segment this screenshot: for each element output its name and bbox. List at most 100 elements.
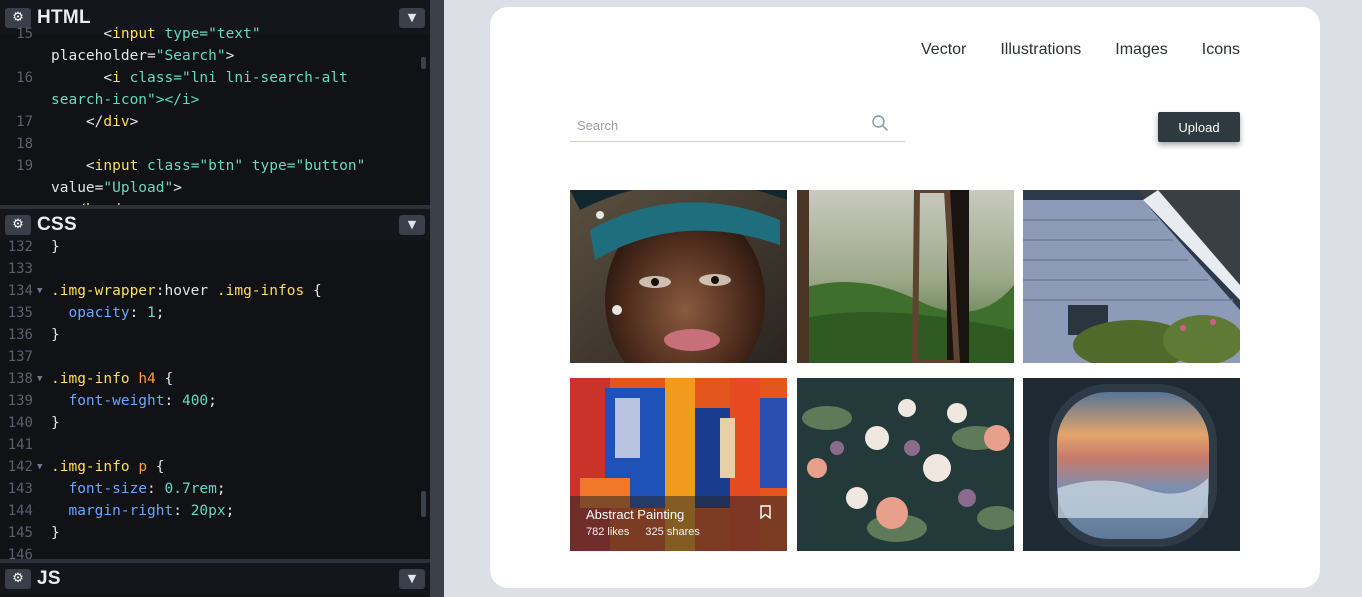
gallery-card: Vector Illustrations Images Icons Upload — [490, 7, 1320, 588]
code-text: search-icon"></i> — [51, 92, 200, 108]
pane-resize-handle[interactable] — [430, 0, 444, 597]
gear-icon[interactable]: ⚙ — [5, 214, 31, 235]
line-number: 140 — [7, 415, 33, 431]
css-code-area[interactable]: 132} 133 134 ▼ .img-wrapper:hover .img-infos… — [0, 239, 430, 559]
code-line[interactable]: 143 font-size: 0.7rem; — [0, 478, 420, 500]
code-text: } — [51, 415, 60, 431]
css-pane-header: ⚙ CSS ▼ — [0, 205, 430, 240]
code-line[interactable]: 17 </div> — [0, 111, 420, 133]
code-text: margin-right: 20px; — [68, 503, 235, 519]
code-text: font-size: 0.7rem; — [68, 481, 226, 497]
line-number: 134 — [7, 283, 33, 299]
search-box — [570, 111, 905, 142]
code-line[interactable]: 132} — [0, 236, 420, 258]
code-line[interactable]: 19 <input class="btn" type="button" — [0, 155, 420, 177]
code-line[interactable]: 144 margin-right: 20px; — [0, 500, 420, 522]
gallery-image-house[interactable] — [1023, 190, 1240, 363]
code-line[interactable]: 146 — [0, 544, 420, 559]
code-line[interactable]: 142 ▼ .img-info p { — [0, 456, 420, 478]
line-number: 18 — [16, 136, 33, 152]
code-text: placeholder="Search"> — [51, 48, 235, 64]
line-number: 145 — [7, 525, 33, 541]
image-title: Abstract Painting — [586, 507, 685, 522]
image-stats: 782 likes 325 shares — [586, 526, 700, 538]
code-text: .img-wrapper:hover .img-infos { — [51, 283, 322, 299]
code-line[interactable]: 18 — [0, 133, 420, 155]
fold-arrow-icon[interactable]: ▼ — [37, 456, 42, 478]
html-scrollbar[interactable] — [421, 57, 426, 69]
gallery-image-window[interactable] — [797, 190, 1014, 363]
bouquet-image — [797, 378, 1014, 551]
code-editor: ⚙ HTML ▼ 15 <input type="text" placeholde… — [0, 0, 430, 597]
line-number: 135 — [7, 305, 33, 321]
code-line[interactable]: search-icon"></i> — [0, 89, 420, 111]
js-pane-header: ⚙ JS ▼ — [0, 559, 430, 594]
code-line[interactable]: 133 — [0, 258, 420, 280]
gallery-image-bouquet[interactable] — [797, 378, 1014, 551]
bookmark-icon[interactable] — [760, 505, 771, 519]
line-number: 143 — [7, 481, 33, 497]
fold-arrow-icon[interactable]: ▼ — [37, 368, 42, 390]
code-text: <input class="btn" type="button" — [85, 158, 366, 174]
nav-link-icons[interactable]: Icons — [1202, 41, 1240, 59]
chevron-down-icon[interactable]: ▼ — [399, 568, 425, 589]
code-line[interactable]: 136} — [0, 324, 420, 346]
portrait-image — [570, 190, 787, 363]
upload-button[interactable]: Upload — [1158, 112, 1240, 142]
pane-title-css: CSS — [37, 213, 77, 235]
code-line[interactable]: 16 <i class="lni lni-search-alt — [0, 67, 420, 89]
code-text: } — [51, 525, 60, 541]
window-image — [797, 190, 1014, 363]
line-number: 17 — [16, 114, 33, 130]
pane-title-js: JS — [37, 567, 61, 589]
nav-link-vector[interactable]: Vector — [921, 41, 966, 59]
line-number: 16 — [16, 70, 33, 86]
code-text: font-weight: 400; — [68, 393, 217, 409]
code-line[interactable]: 15 <input type="text" — [0, 23, 420, 45]
top-nav: Vector Illustrations Images Icons — [921, 41, 1240, 59]
search-icon[interactable] — [871, 114, 889, 132]
line-number: 139 — [7, 393, 33, 409]
search-input[interactable] — [570, 111, 860, 139]
code-line[interactable]: 139 font-weight: 400; — [0, 390, 420, 412]
code-line[interactable]: 141 — [0, 434, 420, 456]
code-text: } — [51, 239, 60, 255]
gallery-image-airplane-window[interactable] — [1023, 378, 1240, 551]
gallery-image-abstract-painting[interactable]: Abstract Painting 782 likes 325 shares — [570, 378, 787, 551]
line-number: 146 — [7, 547, 33, 559]
code-line[interactable]: placeholder="Search"> — [0, 45, 420, 67]
code-text: <i class="lni lni-search-alt — [103, 70, 348, 86]
line-number: 136 — [7, 327, 33, 343]
line-number: 15 — [16, 26, 33, 42]
line-number: 142 — [7, 459, 33, 475]
code-line[interactable]: 134 ▼ .img-wrapper:hover .img-infos { — [0, 280, 420, 302]
chevron-down-icon[interactable]: ▼ — [399, 214, 425, 235]
code-line[interactable]: 137 — [0, 346, 420, 368]
gear-icon[interactable]: ⚙ — [5, 568, 31, 589]
code-line[interactable]: 140} — [0, 412, 420, 434]
html-pane: ⚙ HTML ▼ 15 <input type="text" placeholde… — [0, 0, 430, 205]
code-text: .img-info p { — [51, 459, 165, 475]
code-line[interactable]: 135 opacity: 1; — [0, 302, 420, 324]
html-code-area[interactable]: 15 <input type="text" placeholder="Search… — [0, 26, 430, 205]
code-text: value="Upload"> — [51, 180, 182, 196]
line-number: 137 — [7, 349, 33, 365]
nav-link-images[interactable]: Images — [1115, 41, 1167, 59]
code-text: opacity: 1; — [68, 305, 165, 321]
code-text: .img-info h4 { — [51, 371, 174, 387]
code-line[interactable]: 145} — [0, 522, 420, 544]
fold-arrow-icon[interactable]: ▼ — [37, 280, 42, 302]
airplane-window-image — [1023, 378, 1240, 551]
nav-link-illustrations[interactable]: Illustrations — [1000, 41, 1081, 59]
code-text: </div> — [85, 114, 139, 130]
css-scrollbar[interactable] — [421, 491, 426, 517]
code-line[interactable]: value="Upload"> — [0, 177, 420, 199]
shares-count: 325 shares — [645, 526, 700, 538]
code-line[interactable]: 138 ▼ .img-info h4 { — [0, 368, 420, 390]
line-number: 138 — [7, 371, 33, 387]
gallery-image-portrait[interactable] — [570, 190, 787, 363]
preview-frame: Vector Illustrations Images Icons Upload — [444, 0, 1362, 597]
line-number: 144 — [7, 503, 33, 519]
line-number: 141 — [7, 437, 33, 453]
likes-count: 782 likes — [586, 526, 630, 538]
